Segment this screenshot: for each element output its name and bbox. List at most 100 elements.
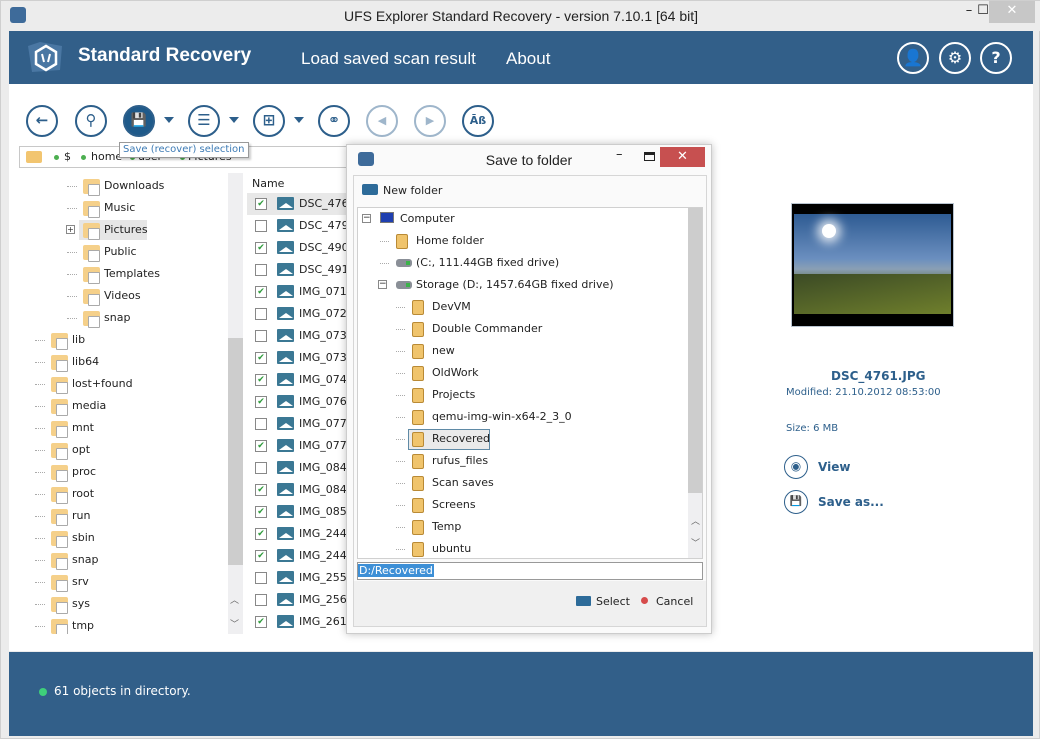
destination-tree-item[interactable]: − Storage (D:, 1457.64GB fixed drive) — [358, 274, 686, 296]
destination-tree-item[interactable]: new — [358, 340, 686, 362]
file-row[interactable]: ✔ IMG_0760 — [247, 391, 347, 413]
tree-item[interactable]: sys — [19, 594, 229, 614]
file-checkbox[interactable]: ✔ — [255, 440, 267, 452]
dialog-minimize-button[interactable]: – — [616, 147, 623, 162]
file-checkbox[interactable]: ✔ — [255, 242, 267, 254]
tree-item[interactable]: snap — [19, 550, 229, 570]
folder-checkbox-icon[interactable] — [83, 267, 100, 284]
destination-tree-item[interactable]: OldWork — [358, 362, 686, 384]
select-dropdown-caret-icon[interactable] — [229, 117, 239, 123]
folder-checkbox-icon[interactable] — [51, 443, 68, 460]
file-checkbox[interactable]: ✔ — [255, 286, 267, 298]
destination-tree-item[interactable]: Scan saves — [358, 472, 686, 494]
file-row[interactable]: IMG_2566 — [247, 589, 347, 611]
tree-item[interactable]: Public — [19, 242, 229, 262]
nav-about[interactable]: About — [506, 49, 550, 69]
file-row[interactable]: DSC_4791 — [247, 215, 347, 237]
file-row[interactable]: IMG_0725 — [247, 303, 347, 325]
save-dropdown-caret-icon[interactable] — [164, 117, 174, 123]
scroll-down-icon[interactable]: ﹀ — [691, 536, 700, 549]
folder-checkbox-icon[interactable] — [83, 289, 100, 306]
file-row[interactable]: ✔ IMG_0849 — [247, 479, 347, 501]
file-checkbox[interactable]: ✔ — [255, 396, 267, 408]
folder-checkbox-icon[interactable] — [51, 597, 68, 614]
eye-icon[interactable]: ◉ — [784, 455, 808, 479]
destination-path-input[interactable]: D:/Recovered — [357, 562, 703, 580]
destination-tree-item[interactable]: Screens — [358, 494, 686, 516]
file-row[interactable]: IMG_0734 — [247, 325, 347, 347]
tree-item[interactable]: Downloads — [19, 176, 229, 196]
destination-tree-item[interactable]: rufus_files — [358, 450, 686, 472]
folder-checkbox-icon[interactable] — [51, 465, 68, 482]
tree-item[interactable]: lib — [19, 330, 229, 350]
file-checkbox[interactable]: ✔ — [255, 374, 267, 386]
save-as-button[interactable]: Save as... — [818, 495, 884, 509]
view-dropdown-caret-icon[interactable] — [294, 117, 304, 123]
file-checkbox[interactable]: ✔ — [255, 616, 267, 628]
destination-tree-item[interactable]: qemu-img-win-x64-2_3_0 — [358, 406, 686, 428]
scrollbar-thumb[interactable] — [228, 338, 243, 565]
file-row[interactable]: ✔ IMG_0853 — [247, 501, 347, 523]
expand-icon[interactable]: + — [66, 225, 75, 234]
file-checkbox[interactable] — [255, 462, 267, 474]
file-row[interactable]: IMG_0844 — [247, 457, 347, 479]
destination-tree-item[interactable]: Recovered — [358, 428, 686, 450]
back-button[interactable]: ← — [26, 105, 58, 137]
file-checkbox[interactable]: ✔ — [255, 198, 267, 210]
file-row[interactable]: ✔ IMG_0744 — [247, 369, 347, 391]
new-folder-button[interactable]: New folder — [362, 184, 442, 197]
folder-checkbox-icon[interactable] — [83, 201, 100, 218]
folder-checkbox-icon[interactable] — [83, 223, 100, 240]
collapse-icon[interactable]: − — [362, 214, 371, 223]
destination-tree-item[interactable]: DevVM — [358, 296, 686, 318]
folder-checkbox-icon[interactable] — [51, 377, 68, 394]
save-icon[interactable]: 💾 — [784, 490, 808, 514]
previous-button[interactable]: ◀ — [366, 105, 398, 137]
tree-item[interactable]: run — [19, 506, 229, 526]
scroll-down-icon[interactable]: ﹀ — [230, 617, 239, 630]
folder-checkbox-icon[interactable] — [51, 509, 68, 526]
tree-item[interactable]: proc — [19, 462, 229, 482]
tree-item[interactable]: mnt — [19, 418, 229, 438]
file-row[interactable]: ✔ IMG_2612 — [247, 611, 347, 633]
nav-load-scan[interactable]: Load saved scan result — [301, 49, 476, 69]
view-mode-button[interactable]: ⊞ — [253, 105, 285, 137]
folder-checkbox-icon[interactable] — [83, 311, 100, 328]
file-checkbox[interactable] — [255, 330, 267, 342]
file-checkbox[interactable] — [255, 418, 267, 430]
find-button[interactable]: ⚭ — [318, 105, 350, 137]
destination-tree-item[interactable]: − Computer — [358, 208, 686, 230]
tree-item[interactable]: tmp — [19, 616, 229, 634]
encoding-button[interactable]: Āß — [462, 105, 494, 137]
destination-tree-item[interactable]: ubuntu — [358, 538, 686, 558]
destination-tree-item[interactable]: Temp — [358, 516, 686, 538]
file-checkbox[interactable] — [255, 308, 267, 320]
folder-checkbox-icon[interactable] — [51, 487, 68, 504]
breadcrumb-segment[interactable]: home — [91, 150, 122, 163]
gear-icon[interactable]: ⚙ — [939, 42, 971, 74]
destination-tree-item[interactable]: Double Commander — [358, 318, 686, 340]
select-list-button[interactable]: ☰ — [188, 105, 220, 137]
scrollbar-thumb[interactable] — [688, 208, 702, 493]
folder-checkbox-icon[interactable] — [51, 421, 68, 438]
tree-item[interactable]: Music — [19, 198, 229, 218]
destination-tree-item[interactable]: (C:, 111.44GB fixed drive) — [358, 252, 686, 274]
file-checkbox[interactable] — [255, 572, 267, 584]
file-row[interactable]: ✔ IMG_0718 — [247, 281, 347, 303]
user-icon[interactable]: 👤 — [897, 42, 929, 74]
collapse-icon[interactable]: − — [378, 280, 387, 289]
file-row[interactable]: ✔ IMG_0776 — [247, 435, 347, 457]
destination-tree-scrollbar[interactable]: ︿ ﹀ — [688, 208, 702, 558]
file-checkbox[interactable] — [255, 220, 267, 232]
tree-item[interactable]: lib64 — [19, 352, 229, 372]
help-icon[interactable]: ? — [980, 42, 1012, 74]
file-checkbox[interactable] — [255, 264, 267, 276]
folder-checkbox-icon[interactable] — [51, 531, 68, 548]
tree-item[interactable]: + Pictures — [19, 220, 229, 240]
view-button[interactable]: View — [818, 460, 850, 474]
tree-item[interactable]: root — [19, 484, 229, 504]
destination-tree-item[interactable]: Home folder — [358, 230, 686, 252]
scroll-up-icon[interactable]: ︿ — [230, 593, 239, 606]
file-checkbox[interactable]: ✔ — [255, 352, 267, 364]
tree-item[interactable]: snap — [19, 308, 229, 328]
